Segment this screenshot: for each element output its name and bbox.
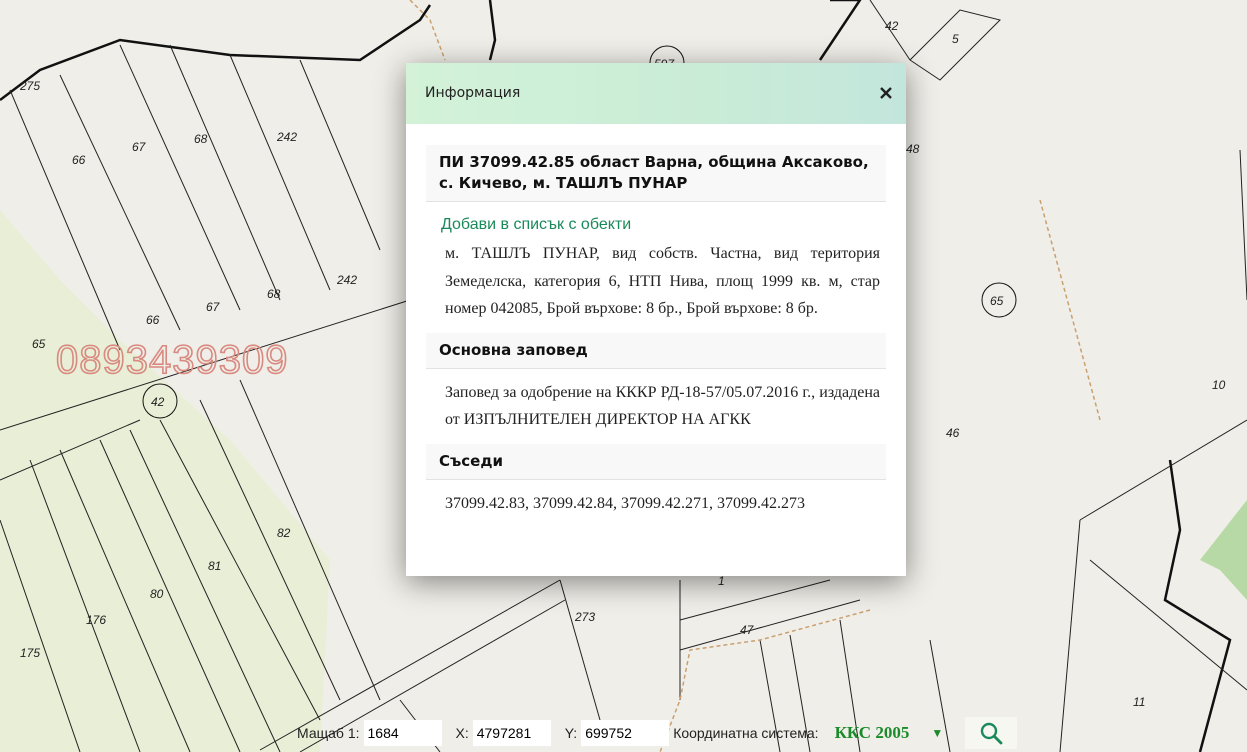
parcel-heading: ПИ 37099.42.85 област Варна, община Акса… [426,145,886,202]
parcel-label: 46 [946,426,960,440]
crs-select[interactable]: ККС 2005 [835,723,910,743]
x-label: X: [455,725,469,741]
green-area-right [1200,500,1247,600]
parcel-label: 67 [206,300,221,314]
order-heading: Основна заповед [426,332,886,369]
popup-body: ПИ 37099.42.85 област Варна, община Акса… [406,124,906,527]
parcel-label: 11 [1133,695,1145,709]
parcel-label: 48 [906,142,920,156]
search-icon [981,722,1003,745]
crs-label: Координатна система: [673,725,819,741]
parcel-label: 80 [150,587,164,601]
parcel-description: м. ТАШЛЪ ПУНАР, вид собств. Частна, вид … [445,245,880,317]
scale-input[interactable] [363,720,442,746]
parcel-label: 242 [276,130,297,144]
parcel-label: 66 [146,313,160,327]
scale-label: Мащаб 1: [297,725,360,741]
neighbors-text: 37099.42.83, 37099.42.84, 37099.42.271, … [445,494,805,512]
neighbors-heading: Съседи [426,443,886,480]
parcel-label: 68 [194,132,208,146]
search-button[interactable] [965,717,1018,749]
y-coordinate-input[interactable] [581,720,670,746]
parcel-label: 82 [277,526,291,540]
parcel-label: 176 [86,613,106,627]
parcel-label: 42 [151,395,165,409]
parcel-label: 10 [1212,378,1226,392]
parcel-label: 1 [718,574,725,588]
parcel-label: 242 [336,273,357,287]
dropdown-arrow-icon[interactable]: ▼ [931,726,943,740]
parcel-label: 5 [952,32,959,46]
popup-title: Информация [425,85,521,101]
add-to-list-link[interactable]: Добави в списък с обекти [426,202,886,234]
parcel-label: 42 [885,19,899,33]
parcel-label: 175 [20,646,40,660]
parcel-label: 68 [267,287,281,301]
parcel-label: 65 [990,294,1004,308]
x-coordinate-input[interactable] [472,720,551,746]
parcel-label: 275 [19,79,40,93]
parcel-label: 47 [740,623,755,637]
popup-header: Информация [406,63,906,124]
phone-watermark: 0893439309 [55,337,289,383]
parcel-label: 67 [132,140,147,154]
coordinate-bar: Мащаб 1: X: Y: Координатна система: ККС … [291,717,1018,749]
y-label: Y: [564,725,578,741]
parcel-label: 81 [208,559,221,573]
close-icon[interactable] [876,83,896,103]
parcel-label: 66 [72,153,86,167]
order-text: Заповед за одобрение на КККР РД-18-57/05… [445,383,880,429]
info-popup: Информация ПИ 37099.42.85 област Варна, … [406,63,906,576]
green-area-left [0,210,330,752]
parcel-label: 65 [32,337,46,351]
parcel-label: 273 [574,610,595,624]
